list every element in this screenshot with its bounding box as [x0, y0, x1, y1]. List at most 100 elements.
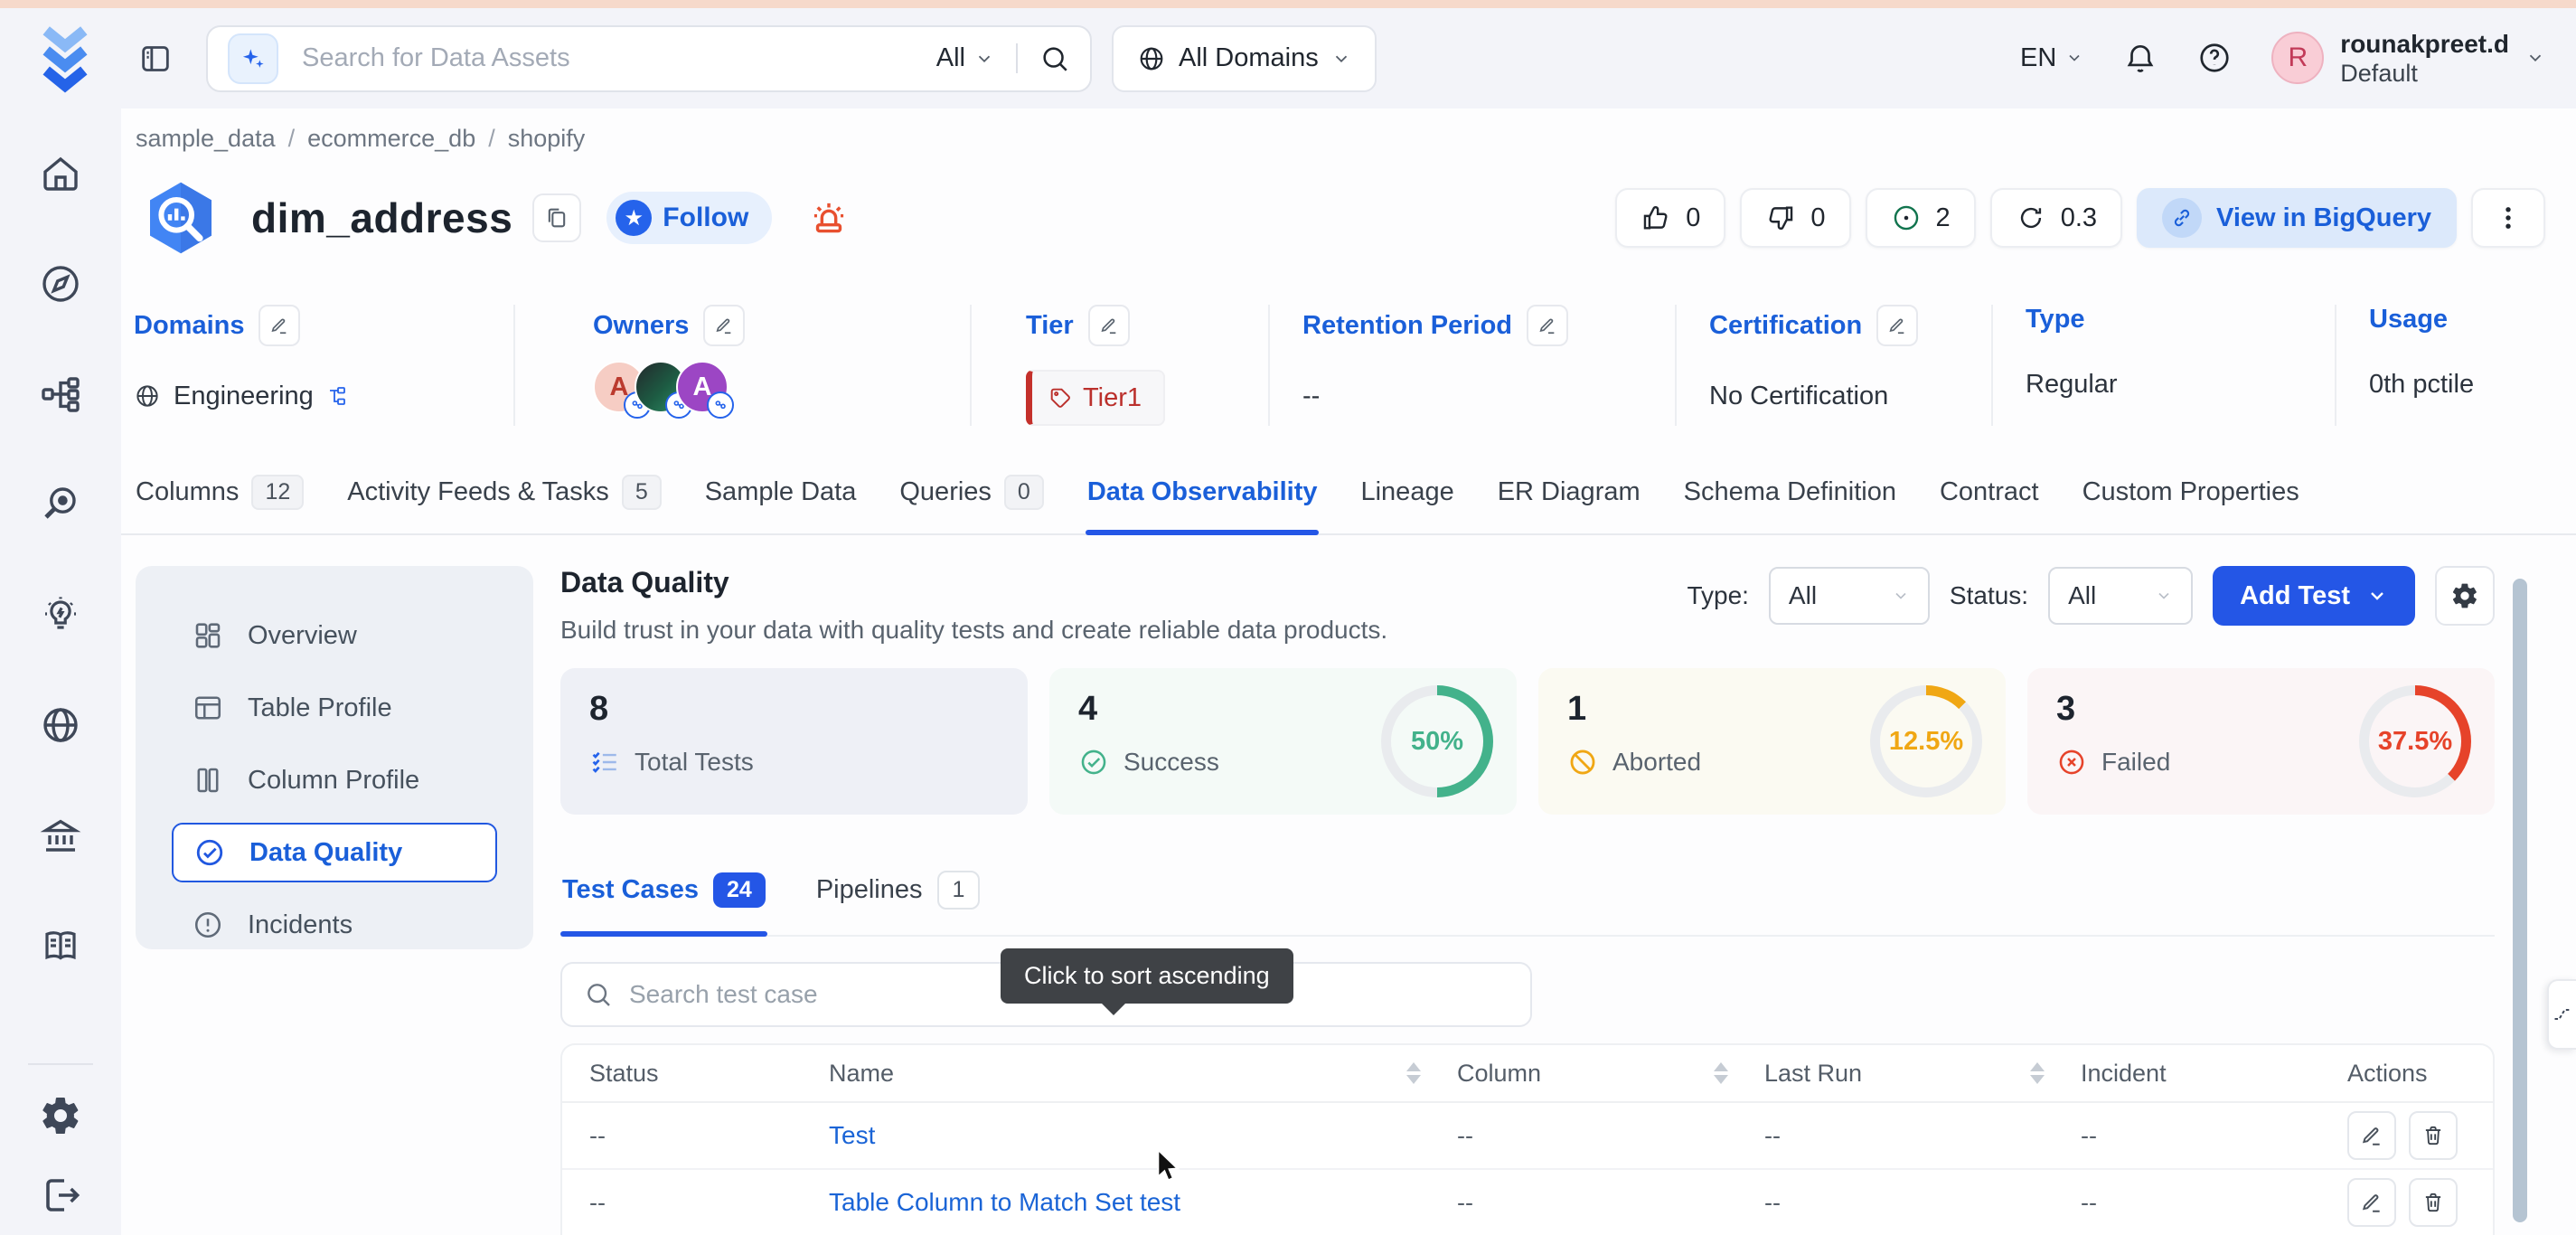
meta-certification: Certification No Certification [1675, 305, 1991, 426]
user-menu[interactable]: R rounakpreet.d Default [2271, 29, 2545, 89]
delete-test-button[interactable] [2409, 1178, 2458, 1227]
nav-domains-icon[interactable] [39, 703, 82, 747]
downvote-button[interactable]: 0 [1740, 188, 1850, 248]
add-test-button[interactable]: Add Test [2213, 566, 2415, 626]
notifications-bell-icon[interactable] [2123, 41, 2158, 75]
thumbs-up-icon [1641, 203, 1671, 233]
score-button[interactable]: 0.3 [1990, 188, 2122, 248]
entity-tab[interactable]: Data Observability [1086, 458, 1320, 533]
test-case-link[interactable]: Table Column to Match Set test [829, 1188, 1457, 1217]
sidebar-item-incidents[interactable]: Incidents [172, 895, 497, 955]
nav-govern-icon[interactable] [39, 814, 82, 857]
edit-domains-button[interactable] [259, 305, 300, 346]
edit-tier-button[interactable] [1088, 305, 1130, 346]
follow-button[interactable]: ★ Follow [606, 192, 772, 244]
user-team: Default [2340, 59, 2509, 88]
edit-test-button[interactable] [2347, 1178, 2396, 1227]
nav-insights-icon[interactable] [39, 593, 82, 636]
nav-explore-icon[interactable] [39, 262, 82, 306]
inherited-link-icon [326, 385, 348, 407]
watch-icon [1891, 203, 1922, 233]
status-filter-select[interactable]: All [2048, 567, 2193, 625]
sort-icon[interactable] [1406, 1062, 1421, 1084]
entity-tab[interactable]: Queries 0 [898, 458, 1045, 533]
success-card: 4 Success 50% [1049, 668, 1517, 815]
sidebar-item-column-profile[interactable]: Column Profile [172, 750, 497, 810]
breadcrumb-item[interactable]: ecommerce_db [307, 125, 475, 153]
announcement-siren-icon[interactable] [808, 197, 850, 239]
table-header-row: Status Name Column Last Run Incident Ac [562, 1045, 2493, 1103]
entity-tab[interactable]: Columns 12 [134, 458, 306, 533]
entity-tab[interactable]: Lineage [1359, 458, 1455, 533]
entity-tab[interactable]: Custom Properties [2081, 458, 2301, 533]
tab-pipelines[interactable]: Pipelines 1 [814, 856, 982, 935]
failed-x-icon [2056, 747, 2087, 778]
meta-domains: Domains Engineering [134, 305, 513, 426]
upvote-button[interactable]: 0 [1615, 188, 1725, 248]
more-actions-button[interactable] [2471, 188, 2545, 248]
search-scope-dropdown[interactable]: All [936, 43, 1018, 73]
tier-badge[interactable]: Tier1 [1026, 370, 1165, 426]
globe-icon [1137, 44, 1166, 73]
total-tests-card: 8 Total Tests [560, 668, 1028, 815]
entity-tab[interactable]: Contract [1938, 458, 2041, 533]
delete-test-button[interactable] [2409, 1111, 2458, 1160]
help-icon[interactable] [2197, 41, 2232, 75]
view-in-bigquery-button[interactable]: View in BigQuery [2137, 188, 2457, 248]
search-input[interactable] [302, 43, 936, 73]
global-search[interactable]: All [206, 25, 1092, 92]
meta-tier: Tier Tier1 [970, 305, 1268, 426]
sidebar-item-overview[interactable]: Overview [172, 606, 497, 665]
language-dropdown[interactable]: EN [2020, 43, 2083, 73]
column-header-name[interactable]: Name [829, 1060, 1457, 1088]
sidebar-item-data-quality[interactable]: Data Quality [172, 823, 497, 882]
edit-test-button[interactable] [2347, 1111, 2396, 1160]
sort-icon[interactable] [2030, 1062, 2045, 1084]
nav-lineage-icon[interactable] [39, 372, 82, 416]
edit-certification-button[interactable] [1876, 305, 1918, 346]
type-filter-select[interactable]: All [1769, 567, 1930, 625]
section-subtitle: Build trust in your data with quality te… [560, 616, 1387, 645]
edit-owners-button[interactable] [703, 305, 745, 346]
column-header-last-run[interactable]: Last Run [1764, 1060, 2081, 1088]
settings-gear-icon[interactable] [39, 1094, 82, 1137]
user-avatar[interactable]: R [2271, 32, 2324, 84]
refresh-icon [2016, 203, 2046, 233]
test-settings-button[interactable] [2435, 566, 2495, 626]
test-case-link[interactable]: Test [829, 1121, 1457, 1150]
search-icon [584, 980, 613, 1009]
pencil-icon [1887, 316, 1907, 335]
column-header-column[interactable]: Column [1457, 1060, 1764, 1088]
cell-column: -- [1457, 1122, 1764, 1150]
search-icon[interactable] [1039, 43, 1070, 74]
entity-tab[interactable]: ER Diagram [1496, 458, 1642, 533]
edit-retention-button[interactable] [1527, 305, 1568, 346]
nav-home-icon[interactable] [39, 152, 82, 195]
sidebar-toggle-icon[interactable] [137, 41, 174, 77]
bigquery-service-icon [134, 174, 228, 261]
app-logo[interactable] [36, 24, 94, 94]
sort-icon[interactable] [1714, 1062, 1728, 1084]
aborted-card: 1 Aborted 12.5% [1538, 668, 2006, 815]
entity-tab[interactable]: Sample Data [703, 458, 859, 533]
pencil-icon [2360, 1191, 2383, 1214]
domain-link[interactable]: Engineering [174, 382, 314, 411]
nav-glossary-icon[interactable] [39, 924, 82, 967]
breadcrumb-item[interactable]: sample_data [136, 125, 276, 153]
watch-count-button[interactable]: 2 [1866, 188, 1976, 248]
all-domains-filter[interactable]: All Domains [1112, 25, 1377, 92]
owner-avatar[interactable]: A [676, 361, 729, 413]
ai-sparkle-icon[interactable] [228, 33, 278, 84]
collapse-panel-handle[interactable] [2547, 979, 2576, 1050]
chevron-down-icon [974, 49, 994, 69]
scrollbar-thumb[interactable] [2513, 579, 2527, 1222]
sidebar-item-table-profile[interactable]: Table Profile [172, 678, 497, 738]
entity-tab[interactable]: Schema Definition [1682, 458, 1898, 533]
breadcrumb-item[interactable]: shopify [508, 125, 586, 153]
entity-tab[interactable]: Activity Feeds & Tasks 5 [345, 458, 663, 533]
logout-icon[interactable] [39, 1174, 82, 1217]
nav-observability-icon[interactable] [39, 483, 82, 526]
tab-test-cases[interactable]: Test Cases 24 [560, 856, 767, 935]
entity-tabs: Columns 12 Activity Feeds & Tasks 5 Samp… [121, 458, 2576, 535]
copy-name-button[interactable] [532, 193, 581, 242]
